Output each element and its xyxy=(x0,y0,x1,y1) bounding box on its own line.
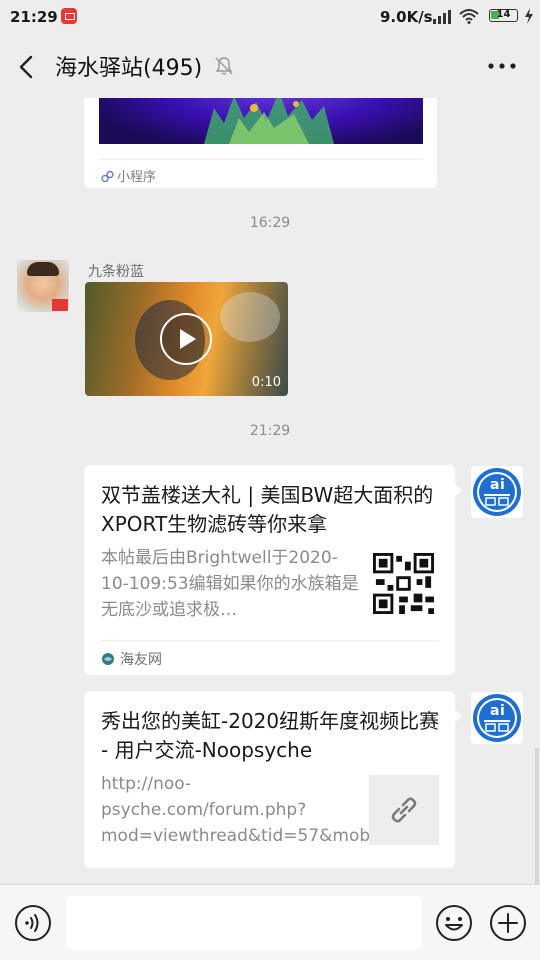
video-message[interactable]: 0:10 xyxy=(85,282,288,396)
battery-level: 14 xyxy=(496,9,511,20)
message-list[interactable]: 小程序 16:29 九条粉蓝 0:10 21:29 双节盖楼送大礼 | 美国BW… xyxy=(0,98,540,884)
divider xyxy=(101,640,439,641)
link-card[interactable]: 秀出您的美缸-2020纽斯年度视频比赛 - 用户交流-Noopsyche htt… xyxy=(84,691,462,868)
plus-icon[interactable] xyxy=(489,904,527,942)
message-input[interactable] xyxy=(66,896,422,950)
notification-app-icon xyxy=(61,8,77,24)
video-duration: 0:10 xyxy=(251,375,281,390)
avatar[interactable]: a i xyxy=(471,466,523,518)
coral-image xyxy=(204,98,334,144)
chat-header: 海水驿站(495) xyxy=(0,34,540,98)
more-dots-icon[interactable] xyxy=(486,56,518,76)
network-speed: 9.0K/s xyxy=(380,8,433,26)
input-bar xyxy=(0,884,540,960)
link-source: 海友网 xyxy=(101,649,162,669)
mini-program-label: 小程序 xyxy=(117,170,157,185)
link-card[interactable]: 双节盖楼送大礼 | 美国BW超大面积的XPORT生物滤砖等你来拿 本帖最后由Br… xyxy=(84,465,462,675)
mini-program-thumbnail xyxy=(99,98,423,144)
avatar[interactable] xyxy=(17,260,69,312)
link-description: http://noo-psyche.com/forum.php?mod=view… xyxy=(101,774,392,846)
mini-program-footer: 小程序 xyxy=(101,166,156,185)
link-title: 双节盖楼送大礼 | 美国BW超大面积的XPORT生物滤砖等你来拿 xyxy=(101,483,434,536)
ai-logo-icon: a i xyxy=(473,694,521,742)
signal-icon xyxy=(433,10,451,24)
mini-program-icon xyxy=(101,170,114,183)
timestamp: 16:29 xyxy=(249,215,291,231)
chat-title: 海水驿站(495) xyxy=(55,56,203,81)
charging-icon xyxy=(525,8,533,24)
flag-badge-icon xyxy=(52,299,68,311)
timestamp: 21:29 xyxy=(249,423,291,439)
back-arrow-icon[interactable] xyxy=(14,54,40,80)
voice-icon[interactable] xyxy=(14,904,52,942)
play-icon[interactable] xyxy=(159,312,213,366)
qr-code-thumbnail xyxy=(373,553,434,614)
wifi-icon xyxy=(459,9,479,24)
status-bar: 21:29 9.0K/s 14 xyxy=(0,0,540,34)
link-title: 秀出您的美缸-2020纽斯年度视频比赛 - 用户交流-Noopsyche xyxy=(101,709,440,762)
link-icon xyxy=(391,797,417,823)
mute-bell-icon xyxy=(215,57,233,75)
status-time: 21:29 xyxy=(10,8,58,26)
scrollbar[interactable] xyxy=(535,748,539,884)
mini-program-card[interactable]: 小程序 xyxy=(84,98,437,188)
svg-text:a: a xyxy=(490,703,499,719)
divider xyxy=(99,159,423,160)
emoji-icon[interactable] xyxy=(435,904,473,942)
link-description: 本帖最后由Brightwell于2020-10-109:53编辑如果你的水族箱是… xyxy=(101,548,359,620)
ai-logo-icon: a i xyxy=(473,468,521,516)
svg-text:a: a xyxy=(490,477,499,493)
sender-name: 九条粉蓝 xyxy=(88,264,144,280)
svg-text:i: i xyxy=(500,703,505,719)
svg-text:i: i xyxy=(500,477,505,493)
avatar[interactable]: a i xyxy=(471,692,523,744)
link-thumbnail xyxy=(369,775,439,845)
link-source-label: 海友网 xyxy=(120,652,162,668)
battery-icon: 14 xyxy=(489,9,518,22)
globe-icon xyxy=(102,653,114,665)
